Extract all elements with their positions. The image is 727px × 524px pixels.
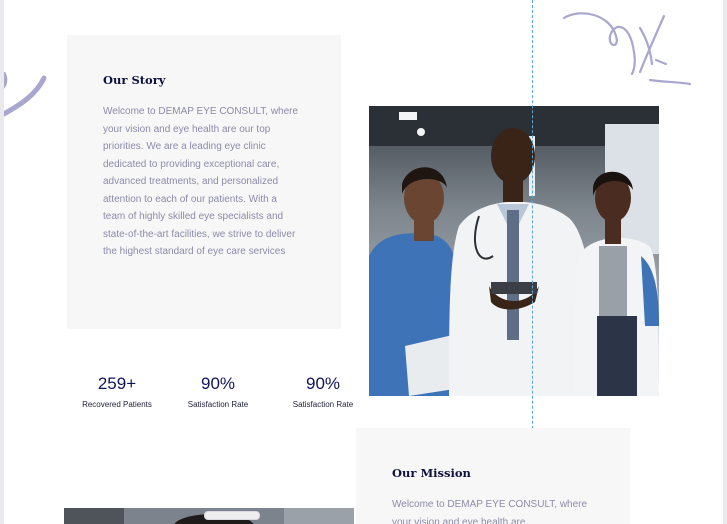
stat-satisfaction-rate: 90% Satisfaction Rate xyxy=(163,372,273,412)
about-page: Our Story Welcome to DEMAP EYE CONSULT, … xyxy=(4,0,723,524)
scroll-indicator[interactable] xyxy=(204,511,260,520)
mission-heading: Our Mission xyxy=(392,466,471,480)
doodle-arc-icon xyxy=(4,72,47,117)
stat-label: Satisfaction Rate xyxy=(292,400,354,409)
stat-value: 259+ xyxy=(97,374,137,393)
story-card: Our Story Welcome to DEMAP EYE CONSULT, … xyxy=(67,35,341,329)
stat-satisfaction-rate-2: 90% Satisfaction Rate xyxy=(268,372,378,412)
team-photo xyxy=(369,106,659,396)
doodle-swirl-icon xyxy=(562,12,692,86)
story-heading: Our Story xyxy=(103,73,166,87)
stat-recovered-patients: 259+ Recovered Patients xyxy=(62,372,172,412)
stat-value: 90% xyxy=(305,374,341,393)
stat-value: 90% xyxy=(200,374,236,393)
mission-text: Welcome to DEMAP EYE CONSULT, where your… xyxy=(392,499,588,524)
stat-label: Recovered Patients xyxy=(82,400,152,409)
stat-label: Satisfaction Rate xyxy=(187,400,249,409)
story-text: Welcome to DEMAP EYE CONSULT, where your… xyxy=(103,106,299,257)
mission-card: Our Mission Welcome to DEMAP EYE CONSULT… xyxy=(356,428,630,524)
